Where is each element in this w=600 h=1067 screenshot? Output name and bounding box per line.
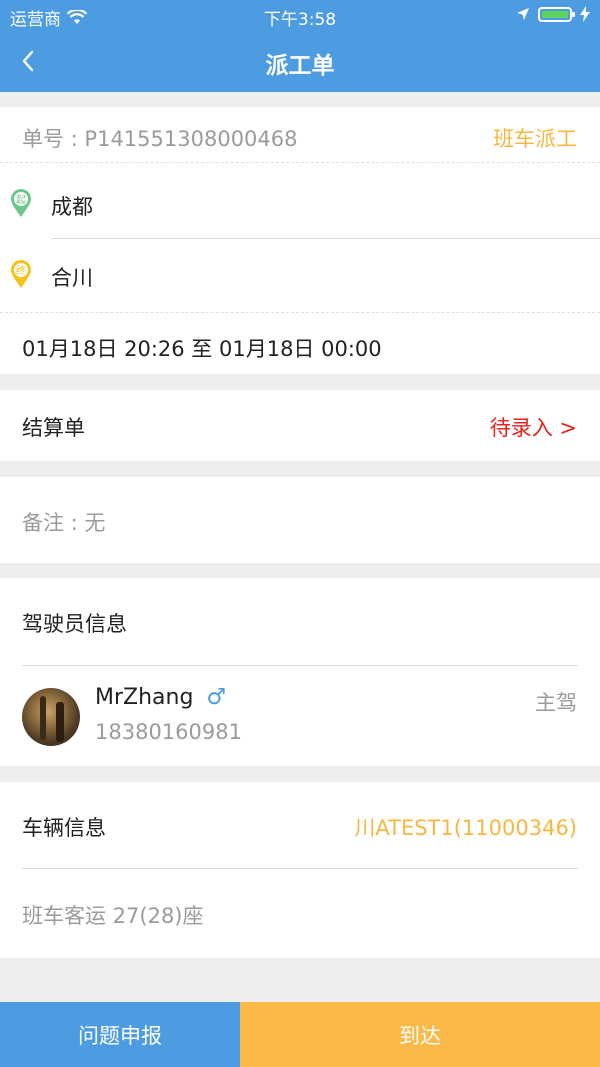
end-pin-icon: 终 bbox=[11, 260, 31, 288]
dashed-divider bbox=[0, 162, 600, 163]
divider bbox=[51, 238, 600, 239]
time-range: 01月18日 20:26 至 01月18日 00:00 bbox=[22, 337, 382, 361]
order-card: 单号 : P141551308000468 班车派工 起 成都 终 合川 01月… bbox=[0, 107, 600, 374]
vehicle-plate: 川ATEST1(11000346) bbox=[354, 816, 577, 840]
divider bbox=[22, 868, 578, 869]
divider bbox=[22, 665, 578, 666]
status-right bbox=[516, 6, 590, 22]
driver-role: 主驾 bbox=[535, 691, 577, 715]
order-number: 单号 : P141551308000468 bbox=[22, 127, 298, 151]
remark-card: 备注 : 无 bbox=[0, 477, 600, 563]
start-pin-label: 起 bbox=[16, 194, 26, 206]
driver-name: MrZhang ♂ bbox=[95, 685, 226, 710]
vehicle-card: 车辆信息 川ATEST1(11000346) 班车客运 27(28)座 bbox=[0, 782, 600, 958]
remark-text: 备注 : 无 bbox=[22, 511, 106, 535]
status-bar: 运营商 下午3:58 bbox=[0, 0, 600, 32]
header: 运营商 下午3:58 派工单 bbox=[0, 0, 600, 92]
start-pin-icon: 起 bbox=[11, 189, 31, 217]
nav-bar: 派工单 bbox=[0, 32, 600, 92]
page-title: 派工单 bbox=[265, 53, 335, 79]
male-icon: ♂ bbox=[206, 685, 227, 710]
charging-bolt-icon bbox=[580, 6, 590, 22]
vehicle-description: 班车客运 27(28)座 bbox=[22, 904, 204, 928]
location-arrow-icon bbox=[517, 8, 529, 20]
driver-card: 驾驶员信息 MrZhang ♂ 主驾 18380160981 bbox=[0, 578, 600, 766]
settlement-label: 结算单 bbox=[22, 416, 85, 440]
end-pin-label: 终 bbox=[16, 264, 26, 277]
avatar bbox=[22, 688, 80, 746]
order-type: 班车派工 bbox=[493, 127, 577, 151]
settlement-row[interactable]: 结算单 待录入 > bbox=[0, 390, 600, 461]
driver-name-text: MrZhang bbox=[95, 685, 194, 710]
end-location: 合川 bbox=[51, 266, 93, 290]
status-time: 下午3:58 bbox=[263, 10, 337, 30]
battery-icon bbox=[538, 6, 575, 22]
dashed-divider bbox=[0, 312, 600, 313]
driver-phone: 18380160981 bbox=[95, 720, 242, 744]
vehicle-section-title: 车辆信息 bbox=[22, 816, 106, 840]
start-location: 成都 bbox=[51, 195, 93, 219]
arrive-button[interactable]: 到达 bbox=[240, 1002, 600, 1067]
report-problem-button[interactable]: 问题申报 bbox=[0, 1002, 240, 1067]
driver-section-title: 驾驶员信息 bbox=[22, 612, 127, 636]
settlement-status-link[interactable]: 待录入 > bbox=[490, 412, 577, 442]
footer-actions: 问题申报 到达 bbox=[0, 1002, 600, 1067]
